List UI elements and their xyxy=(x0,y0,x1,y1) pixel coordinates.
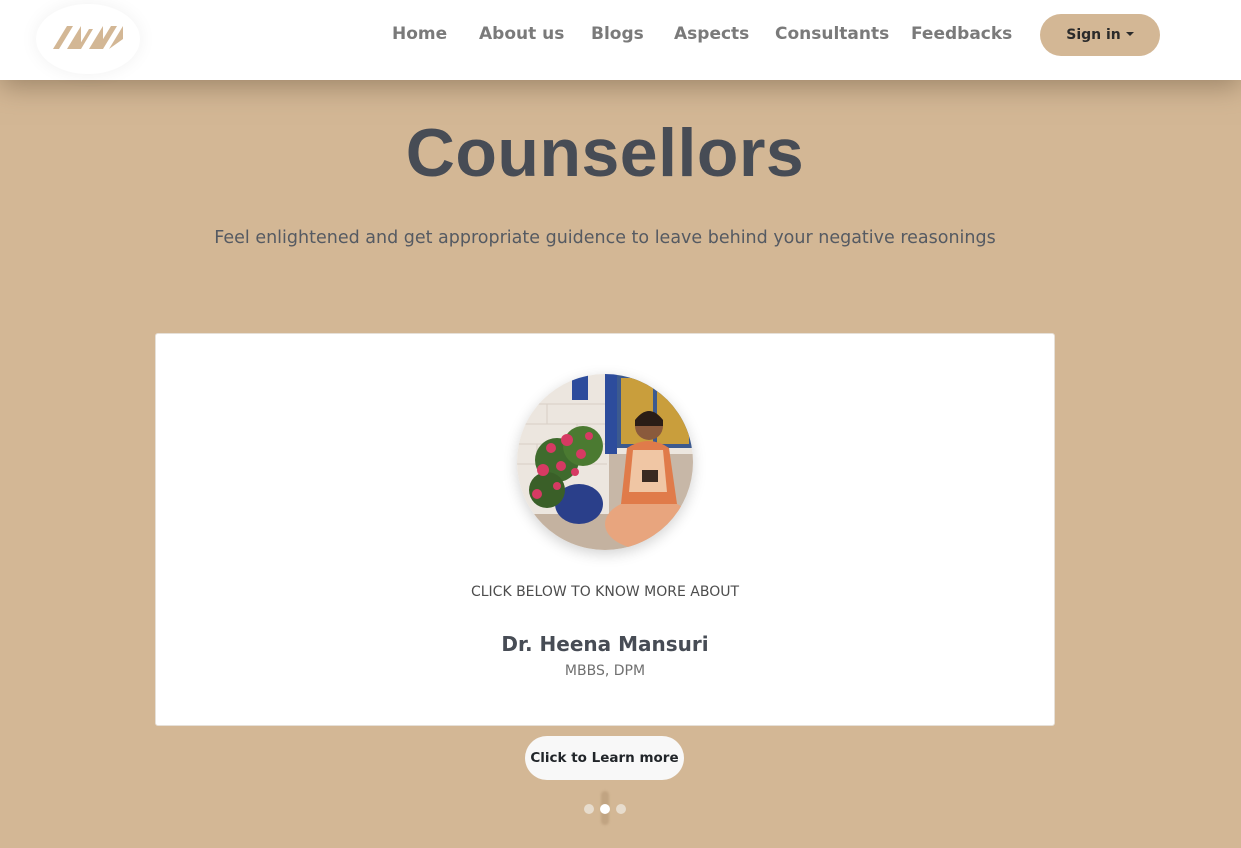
learn-more-button[interactable]: Click to Learn more xyxy=(525,736,684,780)
page-title: Counsellors xyxy=(405,115,805,191)
nav-blogs[interactable]: Blogs xyxy=(591,24,644,44)
nav-home[interactable]: Home xyxy=(392,24,447,44)
nav-about-us[interactable]: About us xyxy=(479,24,564,44)
nav-consultants[interactable]: Consultants xyxy=(775,24,889,44)
carousel-dot-1[interactable] xyxy=(584,804,594,814)
counsellor-photo xyxy=(517,374,693,550)
page-subtitle: Feel enlightened and get appropriate gui… xyxy=(214,228,996,248)
carousel-indicators xyxy=(583,791,627,825)
carousel-dot-3[interactable] xyxy=(616,804,626,814)
top-navbar: Home About us Blogs Aspects Consultants … xyxy=(0,0,1241,80)
counsellor-card: CLICK BELOW TO KNOW MORE ABOUT Dr. Heena… xyxy=(155,333,1055,726)
counsellor-name: Dr. Heena Mansuri xyxy=(501,632,709,656)
signin-label: Sign in xyxy=(1066,27,1121,43)
carousel-dot-2[interactable] xyxy=(600,804,610,814)
caret-down-icon xyxy=(1125,31,1134,36)
nav-feedbacks[interactable]: Feedbacks xyxy=(911,24,1012,44)
signin-dropdown-button[interactable]: Sign in xyxy=(1040,14,1160,56)
card-caption: CLICK BELOW TO KNOW MORE ABOUT xyxy=(470,584,740,600)
nav-aspects[interactable]: Aspects xyxy=(674,24,749,44)
counsellor-degree: MBBS, DPM xyxy=(564,663,646,679)
